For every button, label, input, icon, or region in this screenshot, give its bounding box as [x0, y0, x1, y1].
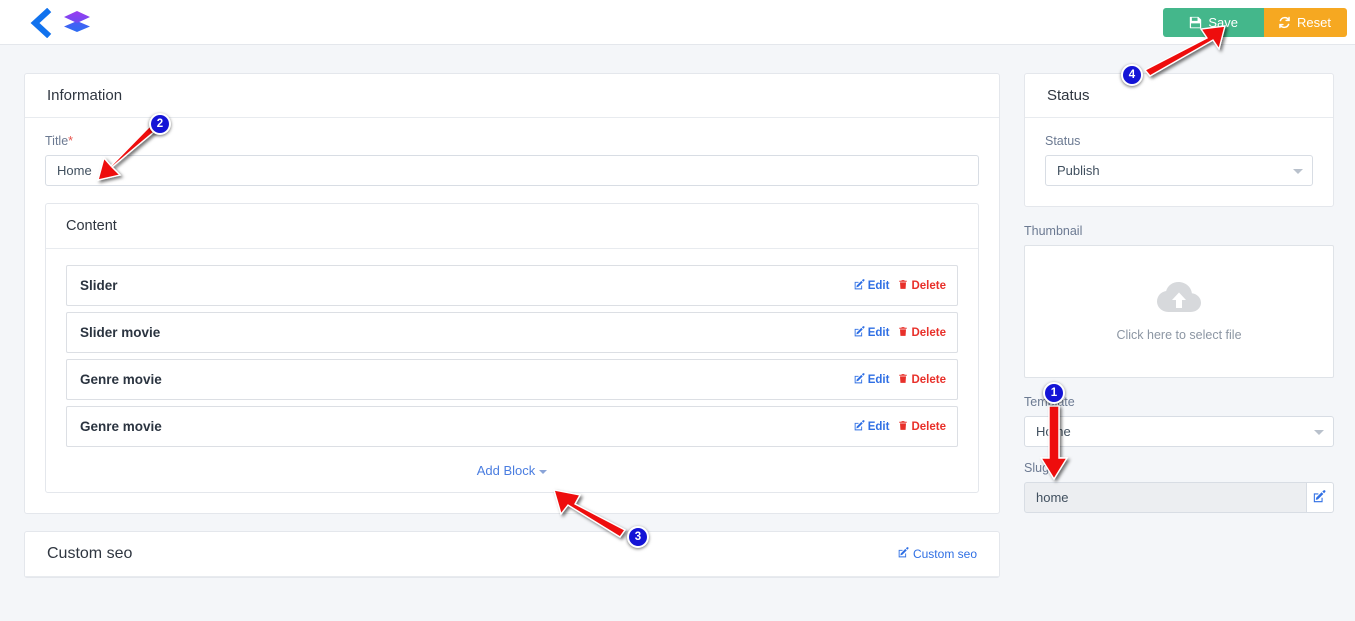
reset-button-label: Reset: [1297, 15, 1331, 30]
save-button-label: Save: [1208, 15, 1239, 30]
title-required-asterisk: *: [68, 134, 74, 148]
pencil-square-icon: [854, 372, 865, 387]
template-select-wrap: [1024, 416, 1334, 447]
left-column: Information Title* Content Slider: [24, 73, 1000, 578]
table-row[interactable]: Genre movie Edit Delete: [66, 359, 958, 400]
dropzone-text: Click here to select file: [1116, 328, 1242, 342]
delete-label: Delete: [911, 326, 946, 339]
slug-label: Slug: [1024, 461, 1050, 475]
template-select[interactable]: [1024, 416, 1334, 447]
information-card-title: Information: [47, 87, 123, 104]
table-row[interactable]: Slider Edit Delete: [66, 265, 958, 306]
trash-icon: [898, 420, 908, 434]
custom-seo-link-label: Custom seo: [912, 547, 977, 561]
delete-block-button[interactable]: Delete: [898, 373, 946, 387]
content-card: Content Slider Edit Delete Slider movie …: [45, 203, 979, 493]
custom-seo-card: Custom seo Custom seo: [24, 531, 1000, 578]
edit-block-button[interactable]: Edit: [854, 278, 890, 293]
delete-label: Delete: [911, 420, 946, 433]
add-block-label: Add Block: [476, 463, 536, 478]
trash-icon: [898, 373, 908, 387]
title-label: Title*: [45, 134, 979, 148]
edit-label: Edit: [867, 326, 890, 339]
pencil-square-icon: [898, 547, 909, 561]
block-title: Genre movie: [80, 372, 162, 387]
top-toolbar: Save Reset: [0, 0, 1355, 45]
reset-button[interactable]: Reset: [1264, 8, 1347, 37]
delete-block-button[interactable]: Delete: [898, 279, 946, 293]
content-card-header: Content: [46, 204, 978, 249]
block-title: Genre movie: [80, 419, 162, 434]
save-floppy-icon: [1189, 16, 1202, 29]
title-label-text: Title: [45, 134, 69, 148]
pencil-square-icon: [854, 278, 865, 293]
delete-block-button[interactable]: Delete: [898, 420, 946, 434]
status-card: Status Status: [1024, 73, 1334, 207]
block-title: Slider: [80, 278, 118, 293]
information-card: Information Title* Content Slider: [24, 73, 1000, 514]
chevron-down-icon: [539, 469, 548, 474]
pencil-square-icon: [1313, 489, 1326, 506]
custom-seo-card-title: Custom seo: [47, 545, 133, 562]
edit-block-button[interactable]: Edit: [854, 325, 890, 340]
edit-label: Edit: [867, 373, 890, 386]
slug-input-group: [1024, 482, 1334, 513]
content-block-list: Slider Edit Delete Slider movie Edit Del…: [46, 249, 978, 492]
row-actions: Edit Delete: [854, 325, 946, 340]
information-card-header: Information: [25, 74, 999, 118]
page-root: Save Reset Information Title* Home Conte…: [0, 0, 1355, 621]
custom-seo-card-header: Custom seo Custom seo: [25, 532, 999, 577]
status-card-body: Status: [1025, 118, 1333, 206]
status-label: Status: [1045, 134, 1081, 148]
custom-seo-edit-button[interactable]: Custom seo: [898, 547, 977, 561]
edit-block-button[interactable]: Edit: [854, 419, 890, 434]
add-block-button[interactable]: Add Block: [66, 453, 958, 482]
status-card-header: Status: [1025, 74, 1333, 118]
delete-label: Delete: [911, 279, 946, 292]
save-button[interactable]: Save: [1163, 8, 1265, 37]
table-row[interactable]: Slider movie Edit Delete: [66, 312, 958, 353]
edit-label: Edit: [867, 279, 890, 292]
delete-label: Delete: [911, 373, 946, 386]
edit-block-button[interactable]: Edit: [854, 372, 890, 387]
delete-block-button[interactable]: Delete: [898, 326, 946, 340]
thumbnail-label: Thumbnail: [1024, 224, 1083, 238]
trash-icon: [898, 279, 908, 293]
block-title: Slider movie: [80, 325, 161, 340]
action-button-group: Save Reset: [1163, 8, 1347, 37]
slug-edit-button[interactable]: [1306, 482, 1334, 513]
template-label: Template: [1024, 395, 1075, 409]
row-actions: Edit Delete: [854, 419, 946, 434]
trash-icon: [898, 326, 908, 340]
table-row[interactable]: Genre movie Edit Delete: [66, 406, 958, 447]
thumbnail-dropzone[interactable]: Click here to select file: [1024, 245, 1334, 378]
information-card-body: Title* Content Slider: [25, 118, 999, 513]
pencil-square-icon: [854, 419, 865, 434]
status-select-wrap: [1045, 155, 1313, 186]
status-card-title: Status: [1047, 87, 1090, 104]
edit-label: Edit: [867, 420, 890, 433]
content-card-title: Content: [66, 218, 117, 234]
pencil-square-icon: [854, 325, 865, 340]
chevron-left-icon[interactable]: [26, 7, 54, 39]
row-actions: Edit Delete: [854, 372, 946, 387]
slug-input[interactable]: [1024, 482, 1307, 513]
title-input[interactable]: [45, 155, 979, 186]
cloud-upload-icon: [1156, 281, 1202, 320]
layers-icon[interactable]: [62, 10, 92, 36]
refresh-icon: [1278, 16, 1291, 29]
row-actions: Edit Delete: [854, 278, 946, 293]
right-column: Status Status Thumbnail Click here to se…: [1024, 73, 1334, 513]
status-select[interactable]: [1045, 155, 1313, 186]
